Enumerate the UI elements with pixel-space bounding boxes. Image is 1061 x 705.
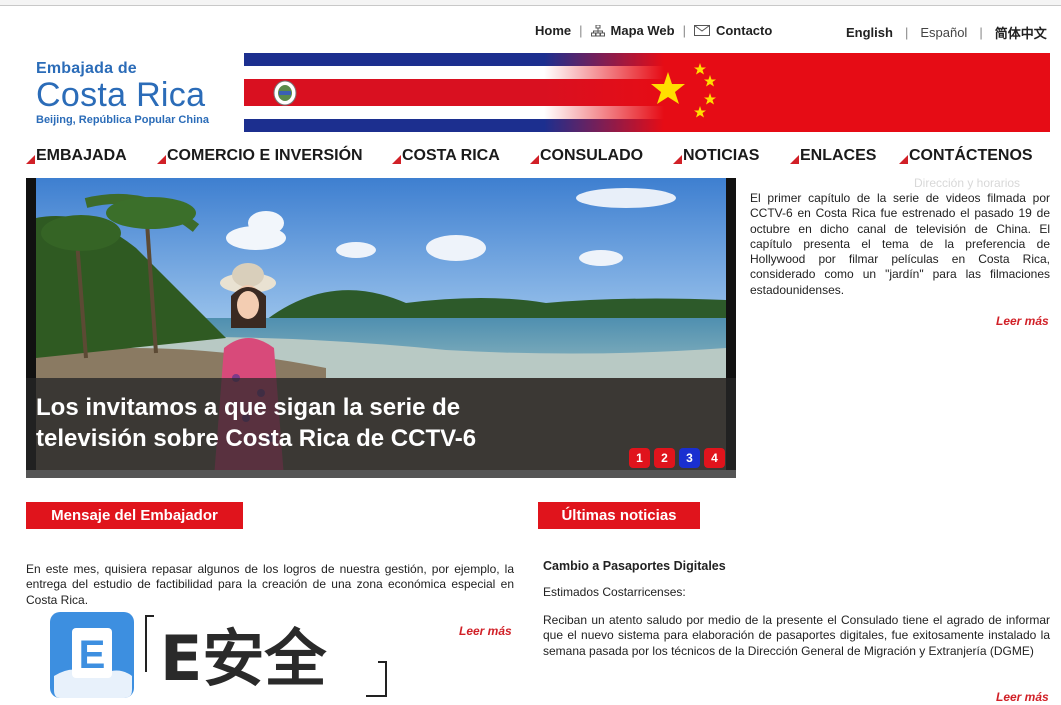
nav-item-label: COSTA RICA [402, 147, 500, 164]
sitemap-link[interactable]: Mapa Web [611, 23, 675, 38]
slide-page-1[interactable]: 1 [629, 448, 650, 468]
slide-caption[interactable]: Los invitamos a que sigan la serie de te… [36, 392, 556, 454]
main-nav: EMBAJADA COMERCIO E INVERSIÓN COSTA RICA… [26, 147, 1056, 167]
faded-menu-item[interactable]: Dirección y horarios [914, 176, 1020, 190]
separator: | [579, 23, 583, 38]
ambassador-read-more-link[interactable]: Leer más [459, 624, 512, 638]
logo-line-2: Costa Rica [36, 76, 206, 114]
news-greeting: Estimados Costarricenses: [543, 585, 686, 599]
separator: | [979, 25, 983, 40]
news-read-more-link[interactable]: Leer más [996, 690, 1049, 704]
nav-item-label: NOTICIAS [683, 147, 760, 164]
nav-item-label: EMBAJADA [36, 147, 127, 164]
red-triangle-icon [392, 154, 401, 164]
flags-banner [244, 53, 1050, 132]
watermark-text: E安全 [160, 622, 327, 695]
slide-page-4[interactable]: 4 [704, 448, 725, 468]
lang-english-link[interactable]: English [846, 25, 893, 40]
e-anquan-logo-image: E E安全 [50, 612, 387, 698]
latest-news-heading[interactable]: Últimas noticias [538, 502, 700, 529]
slider-bottom-strip [26, 470, 736, 478]
slide-page-3[interactable]: 3 [679, 448, 700, 468]
badge-letter: E [79, 633, 106, 677]
news-text: Reciban un atento saludo por medio de la… [543, 613, 1050, 658]
slider-pagination: 1 2 3 4 [629, 448, 725, 468]
featured-read-more-link[interactable]: Leer más [996, 314, 1049, 328]
language-switcher: English | Español | 简体中文 [846, 23, 1047, 42]
embassy-logo[interactable]: Embajada de Costa Rica Beijing, Repúblic… [36, 60, 236, 126]
featured-slider[interactable]: Los invitamos a que sigan la serie de te… [26, 178, 736, 478]
flags-banner-image [244, 53, 1050, 132]
contact-link[interactable]: Contacto [716, 23, 772, 38]
red-triangle-icon [157, 154, 166, 164]
logo-line-3: Beijing, República Popular China [36, 114, 209, 126]
news-title[interactable]: Cambio a Pasaportes Digitales [543, 559, 1050, 574]
red-triangle-icon [673, 154, 682, 164]
e-anquan-watermark-logo: E E安全 [46, 612, 396, 705]
nav-item-comercio[interactable]: COMERCIO E INVERSIÓN [157, 147, 363, 165]
lang-chinese-link[interactable]: 简体中文 [995, 23, 1047, 42]
nav-item-embajada[interactable]: EMBAJADA [26, 147, 127, 165]
nav-item-label: CONSULADO [540, 147, 644, 164]
browser-top-border [0, 0, 1061, 6]
separator: | [904, 25, 909, 40]
nav-item-contactenos[interactable]: CONTÁCTENOS [899, 147, 1033, 165]
red-triangle-icon [899, 154, 908, 164]
nav-item-noticias[interactable]: NOTICIAS [673, 147, 759, 165]
nav-item-costa-rica[interactable]: COSTA RICA [392, 147, 500, 165]
utility-nav: Home | Mapa Web | Contacto [535, 23, 772, 38]
lang-spanish-link[interactable]: Español [920, 25, 967, 40]
separator: | [682, 23, 686, 38]
ambassador-text: En este mes, quisiera repasar algunos de… [26, 562, 514, 607]
red-triangle-icon [26, 154, 35, 164]
red-triangle-icon [530, 154, 539, 164]
sitemap-icon [590, 24, 605, 36]
envelope-icon [693, 25, 710, 36]
nav-item-label: CONTÁCTENOS [909, 147, 1033, 164]
nav-item-label: ENLACES [800, 147, 877, 164]
slide-page-2[interactable]: 2 [654, 448, 675, 468]
nav-item-consulado[interactable]: CONSULADO [530, 147, 643, 165]
nav-item-enlaces[interactable]: ENLACES [790, 147, 876, 165]
home-link[interactable]: Home [535, 23, 571, 38]
featured-summary: El primer capítulo de la serie de videos… [750, 191, 1050, 297]
red-triangle-icon [790, 154, 799, 164]
ambassador-heading[interactable]: Mensaje del Embajador [26, 502, 243, 529]
nav-item-label: COMERCIO E INVERSIÓN [167, 147, 363, 164]
